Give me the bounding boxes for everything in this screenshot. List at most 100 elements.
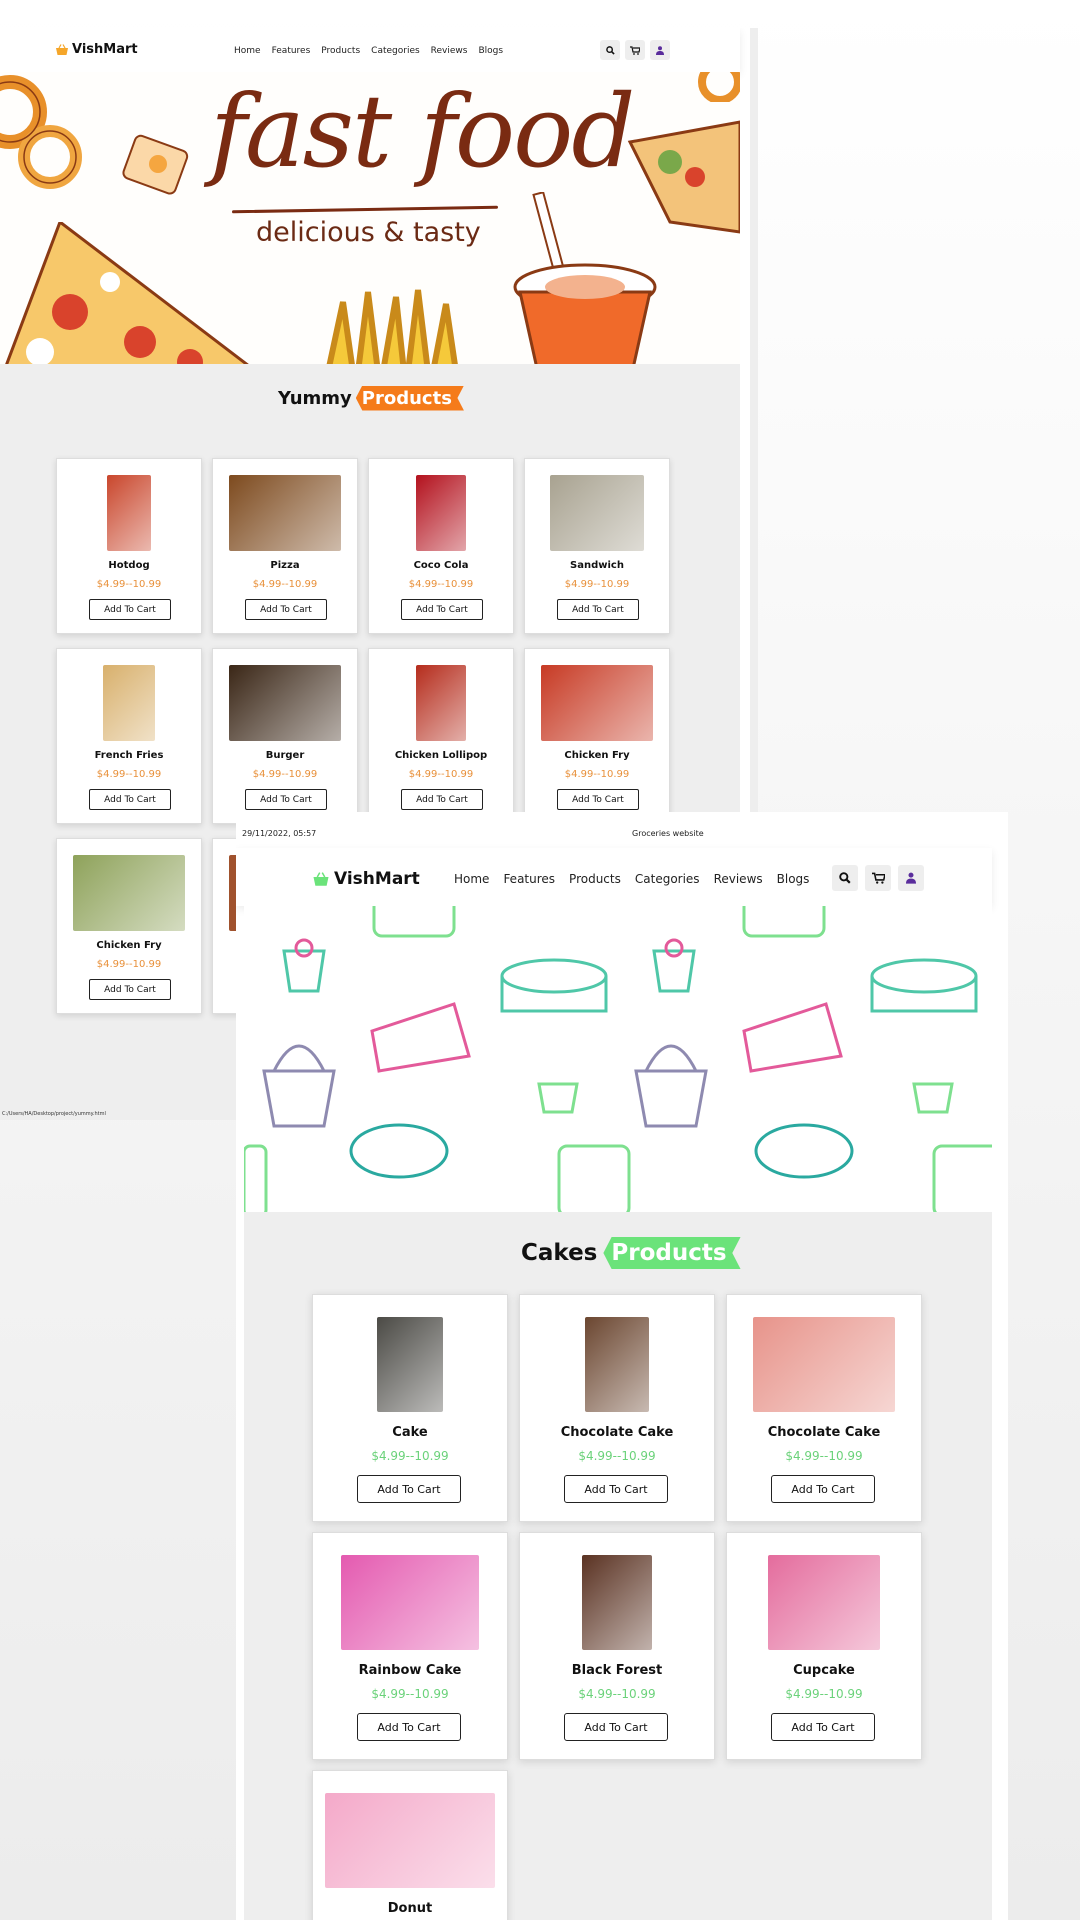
add-to-cart-button[interactable]: Add To Cart (357, 1475, 461, 1503)
navbar: VishMart Home Features Products Categori… (0, 28, 740, 72)
product-card: Chocolate Cake $4.99--10.99 Add To Cart (726, 1294, 922, 1522)
product-name: Chocolate Cake (767, 1425, 881, 1440)
nav-products[interactable]: Products (321, 46, 360, 56)
section-heading: Cakes Products (521, 1234, 741, 1272)
user-button[interactable] (650, 40, 670, 60)
product-price: $4.99--10.99 (578, 1449, 656, 1463)
onion-rings-illustration (0, 75, 82, 189)
product-name: Burger (265, 750, 305, 761)
product-price: $4.99--10.99 (785, 1449, 863, 1463)
cart-button[interactable] (625, 40, 645, 60)
product-card: Cake $4.99--10.99 Add To Cart (312, 1294, 508, 1522)
section-heading: Yummy Products (278, 383, 464, 413)
add-to-cart-button[interactable]: Add To Cart (401, 789, 483, 810)
add-to-cart-button[interactable]: Add To Cart (245, 599, 327, 620)
section-title: Cakes (521, 1240, 598, 1266)
nav-home[interactable]: Home (454, 872, 489, 886)
product-name: Hotdog (108, 560, 150, 571)
add-to-cart-button[interactable]: Add To Cart (564, 1713, 668, 1741)
nav-categories[interactable]: Categories (371, 46, 420, 56)
print-date: 29/11/2022, 05:57 (242, 829, 317, 838)
product-price: $4.99--10.99 (252, 769, 318, 780)
product-name: Coco Cola (413, 560, 469, 571)
nav-reviews[interactable]: Reviews (431, 46, 468, 56)
nav-categories[interactable]: Categories (635, 872, 700, 886)
cakes-products-section: Cakes Products Cake $4.99--10.99 Add To Ca… (244, 1212, 992, 1920)
add-to-cart-button[interactable]: Add To Cart (564, 1475, 668, 1503)
pizza-illustration (5, 222, 249, 364)
hero-banner: fast food delicious & tasty (0, 72, 740, 364)
product-image (753, 1317, 895, 1412)
product-name: Chicken Lollipop (394, 750, 488, 761)
product-name: Chocolate Cake (560, 1425, 674, 1440)
product-name: Chicken Fry (96, 940, 162, 951)
nav-reviews[interactable]: Reviews (714, 872, 763, 886)
product-price: $4.99--10.99 (408, 769, 474, 780)
search-button[interactable] (600, 40, 620, 60)
add-to-cart-button[interactable]: Add To Cart (557, 789, 639, 810)
hero-underline (231, 205, 499, 214)
fries-illustration (326, 289, 458, 364)
product-price: $4.99--10.99 (96, 579, 162, 590)
product-name: Donut (387, 1901, 433, 1916)
product-name: Rainbow Cake (358, 1663, 462, 1678)
product-image (229, 475, 341, 551)
nav-blogs[interactable]: Blogs (777, 872, 810, 886)
product-image (229, 665, 341, 741)
basket-icon (313, 871, 329, 886)
search-icon (605, 45, 615, 55)
cakes-page-window: 29/11/2022, 05:57 Groceries website Vish… (236, 812, 1008, 1920)
nav-products[interactable]: Products (569, 872, 621, 886)
product-image (325, 1793, 495, 1888)
search-button[interactable] (832, 865, 858, 891)
product-image (103, 665, 155, 741)
user-icon (906, 872, 916, 884)
add-to-cart-button[interactable]: Add To Cart (401, 599, 483, 620)
product-image (107, 475, 151, 551)
navbar: VishMart Home Features Products Categori… (236, 848, 992, 906)
product-price: $4.99--10.99 (408, 579, 474, 590)
section-tag: Products (355, 385, 464, 411)
product-price: $4.99--10.99 (578, 1687, 656, 1701)
add-to-cart-button[interactable]: Add To Cart (557, 599, 639, 620)
product-name: French Fries (94, 750, 164, 761)
product-card: Cupcake $4.99--10.99 Add To Cart (726, 1532, 922, 1760)
product-image (550, 475, 644, 551)
add-to-cart-button[interactable]: Add To Cart (771, 1475, 875, 1503)
product-image (585, 1317, 649, 1412)
logo[interactable]: VishMart (312, 869, 420, 889)
user-button[interactable] (898, 865, 924, 891)
add-to-cart-button[interactable]: Add To Cart (771, 1713, 875, 1741)
add-to-cart-button[interactable]: Add To Cart (357, 1713, 461, 1741)
nav-links: Home Features Products Categories Review… (454, 872, 823, 886)
product-price: $4.99--10.99 (564, 769, 630, 780)
pastry-illustration (122, 134, 189, 195)
nav-blogs[interactable]: Blogs (478, 46, 503, 56)
add-to-cart-button[interactable]: Add To Cart (89, 599, 171, 620)
product-image (416, 475, 466, 551)
product-card: Pizza $4.99--10.99 Add To Cart (212, 458, 358, 634)
nav-features[interactable]: Features (503, 872, 555, 886)
section-tag: Products (603, 1237, 741, 1269)
nav-home[interactable]: Home (234, 46, 261, 56)
cart-icon (630, 45, 640, 55)
logo-text: VishMart (72, 42, 138, 57)
hero-title: fast food (210, 73, 635, 190)
product-card: Chicken Lollipop $4.99--10.99 Add To Cart (368, 648, 514, 824)
product-price: $4.99--10.99 (252, 579, 318, 590)
product-image (416, 665, 466, 741)
product-name: Chicken Fry (564, 750, 630, 761)
product-card: Chocolate Cake $4.99--10.99 Add To Cart (519, 1294, 715, 1522)
cart-button[interactable] (865, 865, 891, 891)
nav-icon-buttons (832, 865, 931, 891)
add-to-cart-button[interactable]: Add To Cart (245, 789, 327, 810)
product-image (341, 1555, 479, 1650)
add-to-cart-button[interactable]: Add To Cart (89, 979, 171, 1000)
nav-features[interactable]: Features (272, 46, 311, 56)
product-card: Chicken Fry $4.99--10.99 Add To Cart (524, 648, 670, 824)
product-image (541, 665, 653, 741)
product-name: Pizza (270, 560, 300, 571)
add-to-cart-button[interactable]: Add To Cart (89, 789, 171, 810)
logo[interactable]: VishMart (55, 42, 138, 57)
product-price: $4.99--10.99 (96, 769, 162, 780)
